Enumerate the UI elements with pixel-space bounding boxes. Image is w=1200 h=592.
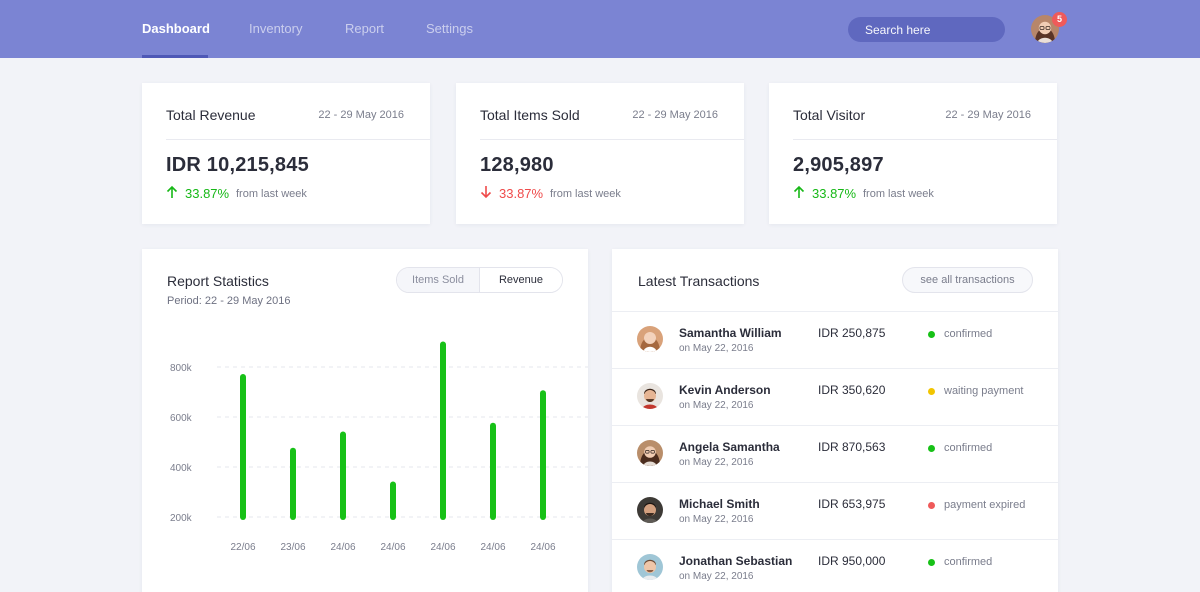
status-dot [928,445,935,452]
avatar [637,554,663,580]
stat-value: 2,905,897 [793,154,884,176]
stat-change: 33.87% [499,186,544,201]
transaction-status: confirmed [944,556,993,568]
avatar [637,383,663,409]
revenue-bar-chart: 200k 400k 600k 800k 22/06 23/06 24/06 24/06 24/0… [170,341,588,553]
latest-transactions-card: Latest Transactions see all transactions… [612,249,1058,592]
stat-title: Total Revenue [166,107,256,123]
stat-card-visitor: Total Visitor 22 - 29 May 2016 2,905,897… [769,83,1057,224]
stat-change: 33.87% [185,186,230,201]
nav-dashboard[interactable]: Dashboard [142,21,210,36]
transaction-amount: IDR 870,563 [818,440,886,454]
x-tick-label: 24/06 [530,542,555,553]
x-tick-label: 24/06 [380,542,405,553]
avatar [637,497,663,523]
nav-inventory[interactable]: Inventory [249,21,302,36]
transaction-row[interactable]: Kevin Anderson on May 22, 2016 IDR 350,6… [612,368,1058,425]
avatar [637,440,663,466]
transaction-name: Kevin Anderson [679,383,771,397]
transaction-status: confirmed [944,442,993,454]
transaction-row[interactable]: Michael Smith on May 22, 2016 IDR 653,97… [612,482,1058,539]
stat-value: IDR 10,215,845 [166,154,309,176]
avatar-image [637,554,663,580]
stat-card-revenue: Total Revenue 22 - 29 May 2016 IDR 10,21… [142,83,430,224]
avatar-image [637,326,663,352]
transaction-name: Samantha William [679,326,782,340]
stat-from-label: from last week [236,188,307,200]
search-input[interactable] [848,17,1005,42]
transaction-status: payment expired [944,499,1026,511]
nav-report[interactable]: Report [345,21,384,36]
transaction-amount: IDR 350,620 [818,383,886,397]
status-dot [928,388,935,395]
transaction-date: on May 22, 2016 [679,343,754,354]
transaction-row[interactable]: Samantha William on May 22, 2016 IDR 250… [612,311,1058,368]
divider [166,139,430,140]
transaction-date: on May 22, 2016 [679,514,754,525]
stat-title: Total Visitor [793,107,866,123]
avatar-image [637,440,663,466]
transaction-date: on May 22, 2016 [679,457,754,468]
avatar-image [637,383,663,409]
stat-title: Total Items Sold [480,107,580,123]
stat-date: 22 - 29 May 2016 [945,109,1031,121]
divider [793,139,1057,140]
avatar [637,326,663,352]
top-navbar: Dashboard Inventory Report Settings 5 [0,0,1200,58]
y-tick-label: 200k [170,513,193,524]
stat-from-label: from last week [550,188,621,200]
status-dot [928,502,935,509]
transaction-amount: IDR 653,975 [818,497,886,511]
active-nav-indicator [142,55,208,58]
stat-value: 128,980 [480,154,554,176]
transaction-status: confirmed [944,328,993,340]
transaction-name: Michael Smith [679,497,760,511]
transaction-row[interactable]: Jonathan Sebastian on May 22, 2016 IDR 9… [612,539,1058,592]
stat-card-items-sold: Total Items Sold 22 - 29 May 2016 128,98… [456,83,744,224]
transaction-amount: IDR 250,875 [818,326,886,340]
transaction-name: Angela Samantha [679,440,780,454]
stat-date: 22 - 29 May 2016 [632,109,718,121]
stat-date: 22 - 29 May 2016 [318,109,404,121]
arrow-up-icon [793,185,805,198]
stat-change: 33.87% [812,186,857,201]
nav-settings[interactable]: Settings [426,21,473,36]
status-dot [928,331,935,338]
avatar-image [637,497,663,523]
transaction-name: Jonathan Sebastian [679,554,793,568]
x-tick-label: 24/06 [480,542,505,553]
notification-badge[interactable]: 5 [1052,12,1067,27]
y-tick-label: 400k [170,463,193,474]
x-tick-label: 22/06 [230,542,255,553]
stat-from-label: from last week [863,188,934,200]
transaction-amount: IDR 950,000 [818,554,886,568]
divider [480,139,744,140]
transaction-row[interactable]: Angela Samantha on May 22, 2016 IDR 870,… [612,425,1058,482]
status-dot [928,559,935,566]
arrow-down-icon [480,186,492,199]
transactions-title: Latest Transactions [638,273,760,289]
y-tick-label: 800k [170,363,193,374]
y-tick-label: 600k [170,413,193,424]
x-tick-label: 23/06 [280,542,305,553]
transaction-status: waiting payment [944,385,1024,397]
arrow-up-icon [166,185,178,198]
transactions-list: Samantha William on May 22, 2016 IDR 250… [612,311,1058,592]
transaction-date: on May 22, 2016 [679,571,754,582]
transaction-date: on May 22, 2016 [679,400,754,411]
x-tick-label: 24/06 [430,542,455,553]
x-tick-label: 24/06 [330,542,355,553]
see-all-transactions-button[interactable]: see all transactions [902,267,1033,293]
report-statistics-card: Report Statistics Period: 22 - 29 May 20… [142,249,588,592]
